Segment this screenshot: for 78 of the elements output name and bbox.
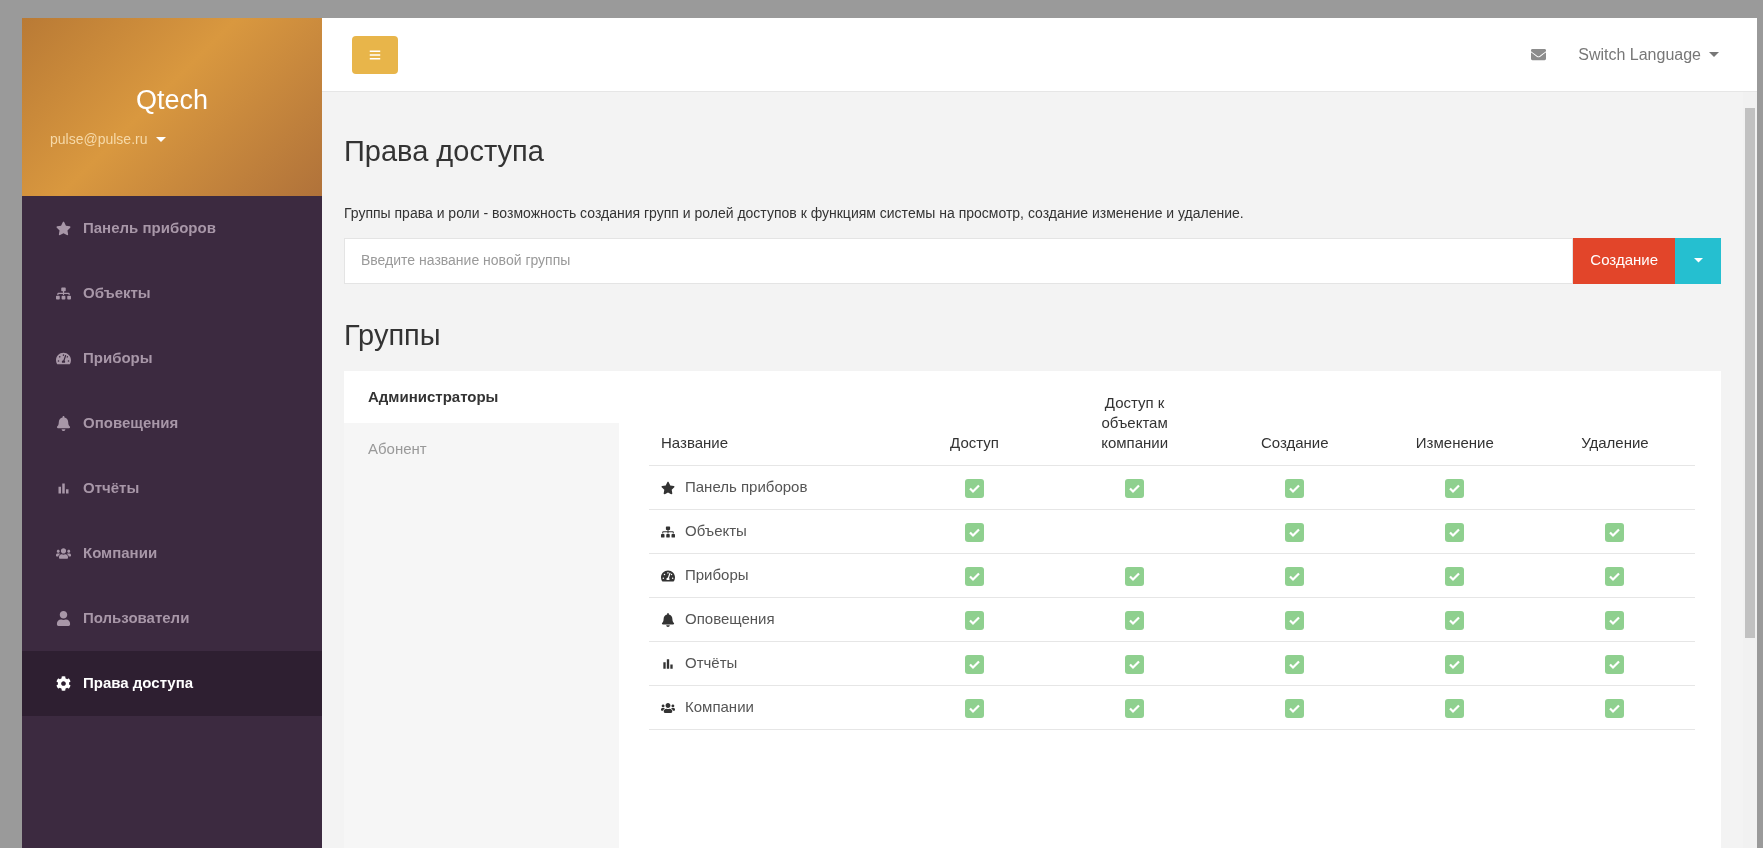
column-header: Создание: [1214, 393, 1375, 466]
group-name-field[interactable]: Введите название новой группы: [344, 237, 1574, 284]
page-title: Права доступа: [344, 134, 545, 169]
checkbox[interactable]: [1285, 522, 1305, 542]
checkbox[interactable]: [1125, 654, 1145, 674]
section-title: Группы: [344, 317, 442, 353]
checkbox[interactable]: [1445, 522, 1465, 542]
users-icon: [56, 546, 71, 561]
checkbox[interactable]: [1445, 698, 1465, 718]
sidebar-item[interactable]: Права доступа: [22, 651, 322, 716]
star-icon: [661, 480, 675, 495]
checkbox[interactable]: [1285, 610, 1305, 630]
checkbox[interactable]: [1445, 566, 1465, 586]
caret-icon: [1709, 52, 1719, 57]
gauge-icon: [56, 351, 71, 366]
permission-name: Отчёты: [685, 653, 738, 674]
sidebar-item[interactable]: Оповещения: [22, 391, 322, 456]
checkbox[interactable]: [965, 478, 985, 498]
sidebar-item[interactable]: Приборы: [22, 326, 322, 391]
sidebar-item[interactable]: Отчёты: [22, 456, 322, 521]
permission-name: Приборы: [685, 565, 749, 586]
column-header: Название: [649, 393, 895, 466]
checkbox[interactable]: [965, 654, 985, 674]
checkbox[interactable]: [965, 610, 985, 630]
create-button[interactable]: Создание: [1573, 237, 1675, 284]
users-icon: [661, 700, 675, 715]
sitemap-icon: [661, 524, 675, 539]
caret-icon: [1693, 258, 1703, 263]
checkbox[interactable]: [1605, 566, 1625, 586]
bar-chart-icon: [56, 481, 71, 496]
settings-icon: [56, 676, 71, 691]
checkbox[interactable]: [1605, 522, 1625, 542]
permission-name: Объекты: [685, 521, 747, 542]
checkbox[interactable]: [1445, 610, 1465, 630]
column-header: Удаление: [1534, 393, 1695, 466]
bell-icon: [56, 416, 71, 431]
sidebar-item[interactable]: Пользователи: [22, 586, 322, 651]
checkbox[interactable]: [1285, 566, 1305, 586]
sidebar-item[interactable]: Компании: [22, 521, 322, 586]
checkbox[interactable]: [1605, 698, 1625, 718]
caret-icon: [155, 136, 166, 142]
checkbox[interactable]: [1285, 654, 1305, 674]
checkbox[interactable]: [965, 522, 985, 542]
checkbox[interactable]: [1285, 698, 1305, 718]
checkbox[interactable]: [1445, 654, 1465, 674]
checkbox[interactable]: [1125, 566, 1145, 586]
checkbox[interactable]: [1125, 698, 1145, 718]
checkbox[interactable]: [1125, 478, 1145, 498]
checkbox[interactable]: [1605, 654, 1625, 674]
permission-name: Оповещения: [685, 609, 775, 630]
checkbox[interactable]: [1125, 610, 1145, 630]
menu-icon: [369, 48, 381, 61]
group-tab[interactable]: Администраторы: [344, 371, 619, 423]
column-header: Изменение: [1374, 393, 1535, 466]
permission-name: Компании: [685, 697, 754, 718]
sidebar-item[interactable]: Объекты: [22, 261, 322, 326]
checkbox[interactable]: [965, 698, 985, 718]
user-icon: [56, 611, 71, 626]
star-icon: [56, 221, 71, 236]
gauge-icon: [661, 568, 675, 583]
checkbox[interactable]: [1285, 478, 1305, 498]
language-menu[interactable]: Switch Language: [1578, 42, 1719, 67]
sidebar-item[interactable]: Панель приборов: [22, 196, 322, 261]
page-description: Группы права и роли - возможность создания групп и ролей доступов к функциям системы на просмотр, создание изменение и удаление.: [344, 203, 1245, 222]
brand-name: Qtech: [135, 84, 208, 118]
column-header: Доступ к объектам компании: [1054, 393, 1215, 466]
menu-button[interactable]: [352, 35, 398, 74]
bar-chart-icon: [661, 656, 675, 671]
checkbox[interactable]: [965, 566, 985, 586]
checkbox[interactable]: [1445, 478, 1465, 498]
permission-name: Панель приборов: [685, 477, 808, 498]
checkbox[interactable]: [1605, 610, 1625, 630]
sitemap-icon: [56, 286, 71, 301]
bell-icon: [661, 612, 675, 627]
column-header: Доступ: [894, 393, 1055, 466]
group-tab[interactable]: Абонент: [344, 423, 619, 475]
envelope-icon[interactable]: [1531, 47, 1547, 62]
create-dropdown-button[interactable]: [1675, 237, 1721, 284]
